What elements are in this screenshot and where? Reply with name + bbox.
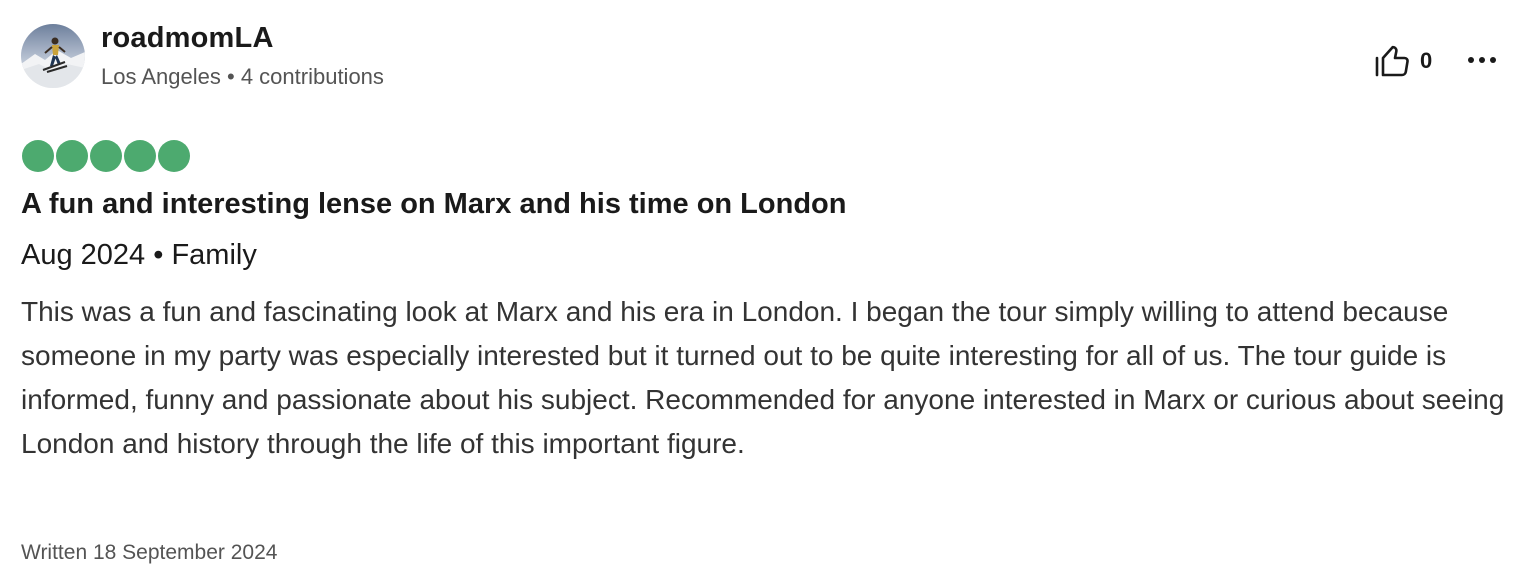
skier-avatar-icon bbox=[21, 24, 85, 88]
rating-bubble-icon bbox=[56, 140, 88, 172]
meta-separator: • bbox=[227, 64, 235, 89]
trip-date: Aug 2024 bbox=[21, 239, 146, 271]
rating-bubble-icon bbox=[90, 140, 122, 172]
reviewer-location: Los Angeles bbox=[101, 64, 221, 89]
helpful-vote-button[interactable]: 0 bbox=[1374, 44, 1432, 78]
review-body: This was a fun and fascinating look at M… bbox=[21, 296, 1505, 459]
rating-bubble-icon bbox=[22, 140, 54, 172]
reviewer-avatar[interactable] bbox=[21, 24, 85, 88]
thumbs-up-icon bbox=[1375, 45, 1409, 77]
trip-separator: • bbox=[153, 239, 164, 271]
rating-bubbles bbox=[22, 140, 190, 172]
reviewer-contributions: 4 contributions bbox=[240, 64, 384, 89]
rating-bubble-icon bbox=[158, 140, 190, 172]
review-title[interactable]: A fun and interesting lense on Marx and … bbox=[21, 188, 846, 221]
more-options-button[interactable] bbox=[1462, 44, 1502, 76]
reviewer-name[interactable]: roadmomLA bbox=[101, 22, 274, 55]
more-options-icon bbox=[1468, 57, 1474, 63]
more-options-icon-dot bbox=[1490, 57, 1496, 63]
written-date: Written 18 September 2024 bbox=[21, 541, 278, 564]
helpful-count: 0 bbox=[1420, 48, 1433, 73]
trip-info: Aug 2024 • Family bbox=[21, 239, 257, 272]
trip-type: Family bbox=[171, 239, 257, 271]
rating-bubble-icon bbox=[124, 140, 156, 172]
more-options-icon-dot bbox=[1479, 57, 1485, 63]
reviewer-meta: Los Angeles • 4 contributions bbox=[101, 64, 384, 90]
